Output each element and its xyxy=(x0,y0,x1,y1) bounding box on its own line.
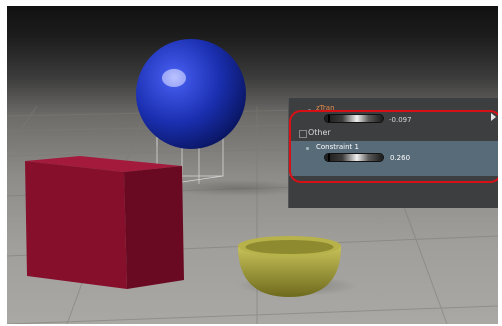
3d-viewport[interactable]: zTran -0.097 Other Constraint 1 0.260 xyxy=(7,6,498,324)
sphere[interactable] xyxy=(136,39,246,149)
screenshot-frame: zTran -0.097 Other Constraint 1 0.260 xyxy=(0,0,502,326)
cube[interactable] xyxy=(25,156,184,289)
callout-highlight xyxy=(289,110,498,183)
sphere-highlight xyxy=(162,69,186,87)
sphere-shadow xyxy=(167,180,307,196)
